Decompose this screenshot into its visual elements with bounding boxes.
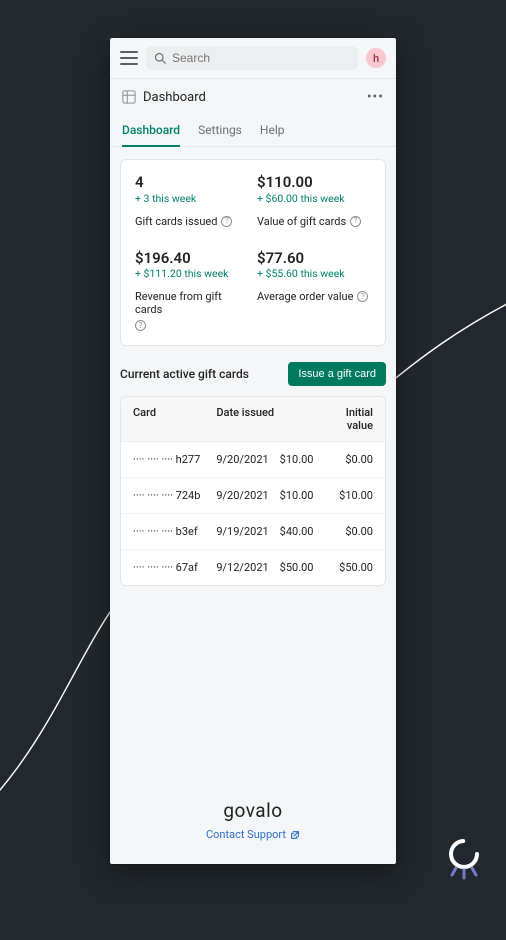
stat-value: $77.60 [257, 250, 371, 267]
stat-label: Value of gift cards [257, 215, 346, 228]
stat-delta: + 3 this week [135, 192, 249, 205]
tab-dashboard[interactable]: Dashboard [122, 115, 180, 146]
stat-value: $196.40 [135, 250, 249, 267]
support-label: Contact Support [206, 828, 286, 841]
external-link-icon [290, 830, 300, 840]
table-row[interactable]: ···· ···· ···· 67af 9/12/2021 $50.00 $50… [121, 550, 385, 585]
cell-initial: $0.00 [326, 525, 373, 538]
cell-initial: $50.00 [326, 561, 373, 574]
avatar-initial: h [373, 52, 379, 65]
search-input[interactable] [146, 46, 358, 70]
cell-date: 9/19/2021 [216, 525, 279, 538]
col-card: Card [133, 406, 216, 432]
cell-amount: $10.00 [280, 489, 327, 502]
issue-gift-card-button[interactable]: Issue a gift card [288, 362, 386, 386]
tab-help[interactable]: Help [260, 115, 285, 146]
stats-card: 4 + 3 this week Gift cards issued ? $110… [120, 159, 386, 346]
table-row[interactable]: ···· ···· ···· b3ef 9/19/2021 $40.00 $0.… [121, 514, 385, 550]
more-actions-button[interactable]: ••• [367, 89, 384, 105]
cell-card: ···· ···· ···· b3ef [133, 525, 216, 538]
stat-label: Revenue from gift cards [135, 290, 249, 316]
cell-card: ···· ···· ···· 67af [133, 561, 216, 574]
stat-issued: 4 + 3 this week Gift cards issued ? [135, 174, 249, 228]
help-icon[interactable]: ? [135, 320, 146, 331]
app-footer: govalo Contact Support [110, 783, 396, 864]
stat-avg-order: $77.60 + $55.60 this week Average order … [257, 250, 371, 332]
menu-button[interactable] [120, 51, 138, 65]
help-icon[interactable]: ? [357, 291, 368, 302]
brand-logo: govalo [110, 799, 396, 822]
col-date: Date issued [216, 406, 279, 432]
tab-settings[interactable]: Settings [198, 115, 242, 146]
contact-support-link[interactable]: Contact Support [206, 828, 300, 841]
cell-initial: $0.00 [326, 453, 373, 466]
search-icon [154, 52, 166, 64]
stat-delta: + $60.00 this week [257, 192, 371, 205]
app-frame: h Dashboard ••• Dashboard Settings Help … [110, 38, 396, 864]
stat-label: Gift cards issued [135, 215, 217, 228]
active-cards-header: Current active gift cards Issue a gift c… [120, 362, 386, 386]
tabs: Dashboard Settings Help [110, 115, 396, 147]
gift-card-table: Card Date issued Initial value ···· ····… [120, 396, 386, 586]
cell-amount: $40.00 [280, 525, 327, 538]
cell-date: 9/12/2021 [216, 561, 279, 574]
stat-delta: + $55.60 this week [257, 267, 371, 280]
stat-delta: + $111.20 this week [135, 267, 249, 280]
stat-revenue: $196.40 + $111.20 this week Revenue from… [135, 250, 249, 332]
cell-card: ···· ···· ···· 724b [133, 489, 216, 502]
avatar[interactable]: h [366, 48, 386, 68]
help-icon[interactable]: ? [221, 216, 232, 227]
chat-widget-icon[interactable] [440, 834, 488, 882]
cell-date: 9/20/2021 [216, 489, 279, 502]
cell-initial: $10.00 [326, 489, 373, 502]
search-field[interactable] [172, 51, 350, 65]
table-row[interactable]: ···· ···· ···· 724b 9/20/2021 $10.00 $10… [121, 478, 385, 514]
stat-value: 4 [135, 174, 249, 191]
page-title: Dashboard [143, 90, 206, 105]
stat-value: $110.00 [257, 174, 371, 191]
page-header: Dashboard ••• [110, 79, 396, 115]
col-initial: Initial value [326, 406, 373, 432]
section-title: Current active gift cards [120, 367, 249, 381]
table-row[interactable]: ···· ···· ···· h277 9/20/2021 $10.00 $0.… [121, 442, 385, 478]
cell-amount: $10.00 [280, 453, 327, 466]
app-icon [122, 90, 136, 104]
help-icon[interactable]: ? [350, 216, 361, 227]
cell-card: ···· ···· ···· h277 [133, 453, 216, 466]
stat-value-of-cards: $110.00 + $60.00 this week Value of gift… [257, 174, 371, 228]
table-header: Card Date issued Initial value [121, 397, 385, 442]
topbar: h [110, 38, 396, 79]
cell-date: 9/20/2021 [216, 453, 279, 466]
stat-label: Average order value [257, 290, 353, 303]
cell-amount: $50.00 [280, 561, 327, 574]
